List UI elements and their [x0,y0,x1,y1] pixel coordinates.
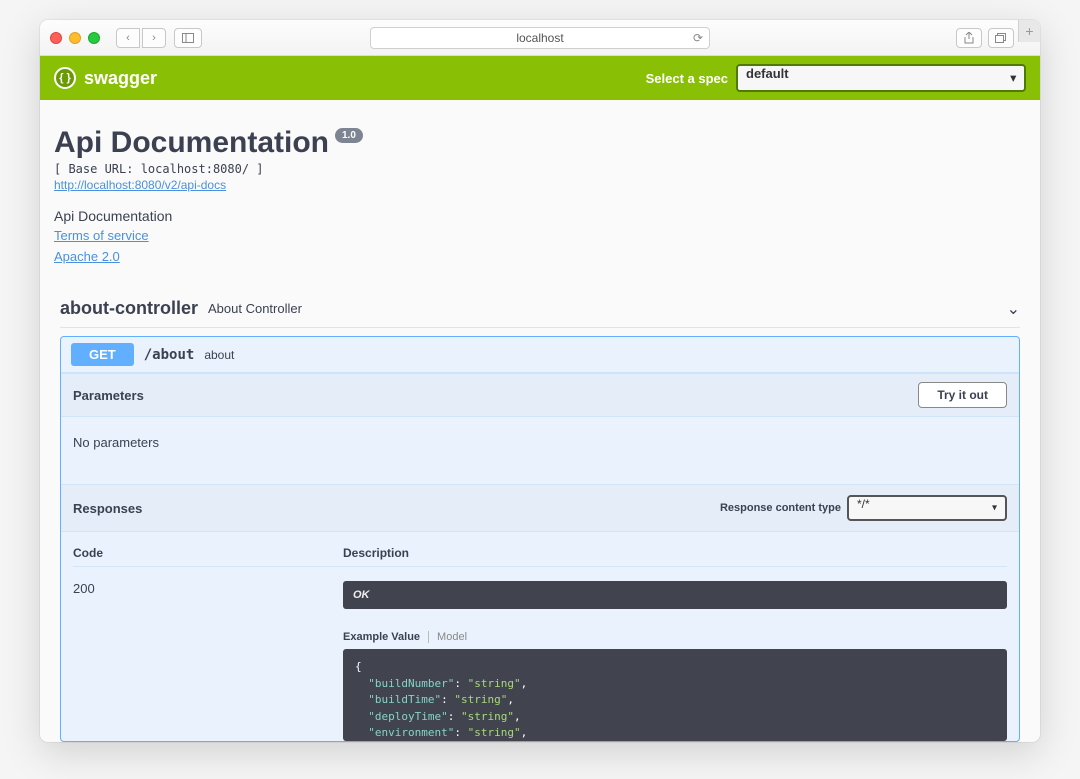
brand-text: swagger [84,68,157,89]
http-method-badge: GET [71,343,134,366]
response-row: 200 OK Example ValueModel { "buildNumber… [73,567,1007,741]
operation-block: GET /about about Parameters Try it out N… [60,336,1020,742]
spec-select[interactable]: default ▾ [736,64,1026,92]
window-zoom-button[interactable] [88,32,100,44]
api-description: Api Documentation [54,208,1026,224]
response-code: 200 [73,581,343,741]
sidebar-toggle-button[interactable] [174,28,202,48]
window-minimize-button[interactable] [69,32,81,44]
no-parameters-text: No parameters [61,417,1019,484]
spec-url-link[interactable]: http://localhost:8080/v2/api-docs [54,178,226,192]
column-description: Description [343,546,1007,560]
content-type-label: Response content type [720,502,841,514]
response-description: OK [343,581,1007,609]
swagger-logo-icon: { } [54,67,76,89]
base-url-text: [ Base URL: localhost:8080/ ] [54,162,1026,176]
tag-description: About Controller [208,301,302,316]
try-it-out-button[interactable]: Try it out [918,382,1007,408]
spec-select-label: Select a spec [646,71,728,86]
responses-section-header: Responses Response content type */* ▾ [61,484,1019,532]
version-badge: 1.0 [335,128,363,143]
operation-header[interactable]: GET /about about [61,337,1019,373]
new-tab-button[interactable]: + [1018,20,1040,42]
title-text: Api Documentation [54,126,329,160]
tab-model[interactable]: Model [429,631,467,643]
operation-path: /about [144,347,195,363]
example-json[interactable]: { "buildNumber": "string", "buildTime": … [343,649,1007,741]
back-button[interactable]: ‹ [116,28,140,48]
operation-summary: about [204,348,234,362]
forward-button[interactable]: › [142,28,166,48]
swagger-topbar: { } swagger Select a spec default ▾ [40,56,1040,100]
responses-table: Code Description 200 OK Example ValueMod… [61,532,1019,741]
page-title: Api Documentation 1.0 [54,126,1026,160]
chevron-down-icon: ⌄ [1007,299,1020,319]
content-type-select[interactable]: */* ▾ [847,495,1007,521]
column-code: Code [73,546,343,560]
tag-name: about-controller [60,298,198,319]
responses-heading: Responses [73,501,142,516]
terms-of-service-link[interactable]: Terms of service [54,228,149,243]
chevron-down-icon: ▾ [1010,72,1016,85]
license-link[interactable]: Apache 2.0 [54,249,120,264]
parameters-section-header: Parameters Try it out [61,373,1019,417]
address-bar[interactable]: localhost ⟳ [370,27,710,49]
reload-icon[interactable]: ⟳ [693,31,703,45]
swagger-brand[interactable]: { } swagger [54,67,157,89]
parameters-heading: Parameters [73,388,144,403]
tag-header[interactable]: about-controller About Controller ⌄ [60,290,1020,328]
url-host: localhost [516,31,563,45]
chevron-down-icon: ▾ [992,503,997,514]
content-type-value: */* [857,497,870,511]
browser-titlebar: ‹ › localhost ⟳ + [40,20,1040,56]
tabs-button[interactable] [988,28,1014,48]
tab-example-value[interactable]: Example Value [343,631,429,643]
main-content: Api Documentation 1.0 [ Base URL: localh… [40,100,1040,742]
share-button[interactable] [956,28,982,48]
spec-select-value: default [746,66,789,81]
window-close-button[interactable] [50,32,62,44]
